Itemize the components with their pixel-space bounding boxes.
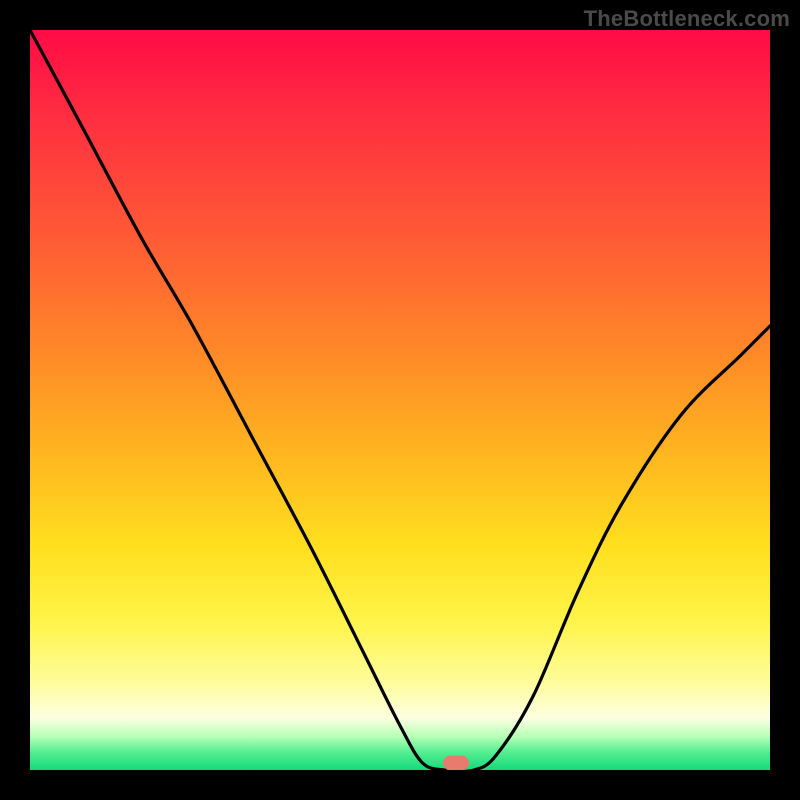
chart-frame: TheBottleneck.com [0, 0, 800, 800]
watermark-text: TheBottleneck.com [584, 6, 790, 32]
optimal-point-marker [443, 756, 469, 771]
bottleneck-curve [30, 30, 770, 770]
plot-area [30, 30, 770, 770]
